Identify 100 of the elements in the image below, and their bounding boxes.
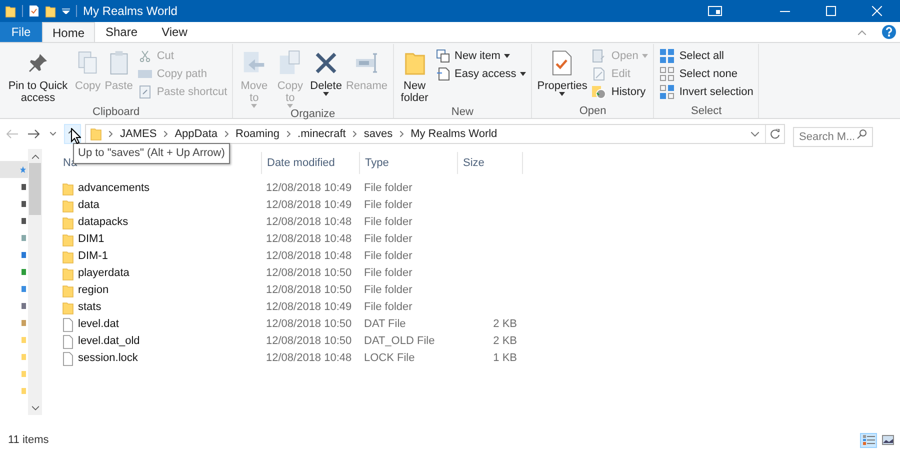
- chevron-right-icon[interactable]: [164, 131, 168, 137]
- chevron-right-icon[interactable]: [224, 131, 228, 137]
- file-name: playerdata: [78, 266, 130, 282]
- type-cell-text: LOCK File: [363, 351, 416, 366]
- folder-icon: [90, 127, 102, 141]
- search-icon: [857, 129, 867, 139]
- type-cell-text: File folder: [363, 232, 414, 248]
- ribbon-tab[interactable]: Share: [95, 22, 148, 42]
- mouse-cursor-icon: [71, 128, 81, 144]
- chevron-down-icon[interactable]: [50, 132, 56, 136]
- breadcrumb[interactable]: saves: [364, 126, 393, 142]
- image-icon: [882, 435, 894, 445]
- file-row[interactable]: playerdata 12/08/2018 10:50 File folder: [55, 265, 900, 282]
- chevron-right-icon[interactable]: [109, 131, 113, 137]
- ribbon-button[interactable]: New folder: [396, 46, 433, 104]
- scrollbar-thumb[interactable]: [29, 163, 41, 215]
- ribbon-button[interactable]: Properties: [535, 46, 590, 96]
- chevron-right-icon[interactable]: [352, 131, 357, 137]
- ribbon-tab[interactable]: File: [0, 22, 42, 42]
- file-row[interactable]: data 12/08/2018 10:49 File folder: [55, 197, 900, 214]
- file-row[interactable]: datapacks 12/08/2018 10:48 File folder: [55, 214, 900, 231]
- copy-icon: [76, 50, 99, 76]
- search-field[interactable]: Search M...: [793, 127, 873, 147]
- properties-icon[interactable]: [29, 5, 39, 17]
- breadcrumb[interactable]: .minecraft: [298, 126, 346, 142]
- type-cell-text: DAT_OLD File: [363, 334, 436, 350]
- chevron-up-icon[interactable]: [32, 154, 38, 159]
- window-icon[interactable]: [708, 6, 722, 16]
- file-row[interactable]: DIM-1 12/08/2018 10:48 File folder: [55, 248, 900, 265]
- breadcrumb[interactable]: JAMES: [120, 126, 157, 142]
- address-bar[interactable]: JAMES AppData Roaming .minecraft saves My Realms World: [85, 124, 785, 144]
- group-label: Clipboard: [92, 105, 140, 119]
- copy-to-icon: [278, 50, 302, 76]
- ribbon-button[interactable]: Pin to Quick access: [3, 46, 73, 104]
- edit-icon: [592, 67, 606, 81]
- type-cell-text: File folder: [363, 266, 414, 282]
- file-row[interactable]: stats 12/08/2018 10:49 File folder: [55, 299, 900, 316]
- easy-access-icon: [436, 67, 450, 81]
- history-icon: [591, 85, 608, 99]
- item-count: 11 items: [8, 432, 49, 448]
- scissors-icon: [138, 50, 151, 62]
- shortcut-icon: [138, 85, 151, 99]
- date-cell-text: 12/08/2018 10:49: [265, 300, 353, 316]
- refresh-icon[interactable]: [770, 129, 780, 139]
- ribbon-button[interactable]: Select none: [659, 67, 756, 81]
- chevron-right-icon[interactable]: [286, 131, 291, 137]
- size-cell: 2 KB: [493, 335, 517, 348]
- ribbon-tab[interactable]: View: [148, 22, 201, 42]
- ribbon-button[interactable]: Delete: [308, 46, 344, 96]
- large-icons-view-button[interactable]: [879, 432, 896, 448]
- select-none-icon: [660, 67, 674, 81]
- file-row[interactable]: level.dat_old 12/08/2018 10:50 DAT_OLD File 2 KB: [55, 333, 900, 350]
- folder-icon: [62, 182, 74, 196]
- column-header[interactable]: Size: [457, 152, 523, 174]
- breadcrumb[interactable]: Roaming: [236, 126, 280, 142]
- date-cell-text: 12/08/2018 10:49: [265, 181, 353, 196]
- ribbon-button[interactable]: Easy access: [434, 67, 528, 81]
- file-name: advancements: [78, 181, 150, 196]
- file-name: DIM1: [78, 232, 104, 248]
- details-view-button[interactable]: [860, 432, 877, 448]
- ribbon-button[interactable]: Invert selection: [659, 85, 756, 99]
- file-icon: [62, 334, 74, 348]
- chevron-down-icon[interactable]: [751, 132, 759, 136]
- file-icon: [62, 318, 74, 332]
- date-cell-text: 12/08/2018 10:50: [265, 266, 353, 282]
- chevron-right-icon[interactable]: [400, 131, 404, 137]
- folder-icon: [62, 300, 74, 314]
- open-icon: [592, 49, 606, 63]
- forward-icon[interactable]: [28, 129, 40, 139]
- date-cell-text: 12/08/2018 10:48: [265, 232, 353, 248]
- help-icon[interactable]: [882, 25, 896, 39]
- chevron-down-icon[interactable]: [32, 406, 38, 411]
- ribbon-button[interactable]: History: [591, 85, 650, 99]
- caret-icon[interactable]: [62, 8, 70, 14]
- size-cell: 2 KB: [493, 318, 517, 330]
- column-header[interactable]: Date modified: [261, 152, 359, 174]
- scrollbar[interactable]: [28, 149, 42, 415]
- star-icon[interactable]: [20, 164, 26, 174]
- date-cell-text: 12/08/2018 10:50: [265, 334, 353, 350]
- file-name: data: [78, 198, 100, 214]
- ribbon-button[interactable]: New item: [434, 49, 528, 63]
- file-row[interactable]: DIM1 12/08/2018 10:48 File folder: [55, 231, 900, 248]
- folder-icon: [45, 4, 56, 18]
- ribbon-button[interactable]: Select all: [659, 49, 756, 63]
- properties-icon: [552, 50, 572, 76]
- breadcrumb[interactable]: My Realms World: [410, 126, 498, 142]
- file-name: level.dat_old: [78, 334, 140, 350]
- folder-icon: [62, 216, 74, 230]
- type-cell-text: File folder: [363, 215, 414, 230]
- ribbon-tab[interactable]: Home: [42, 22, 95, 42]
- column-header[interactable]: Type: [359, 152, 457, 174]
- file-row[interactable]: session.lock 12/08/2018 10:48 LOCK File 1 KB: [55, 350, 900, 367]
- file-row[interactable]: advancements 12/08/2018 10:49 File folder: [55, 180, 900, 197]
- date-cell-text: 12/08/2018 10:49: [265, 198, 353, 214]
- file-row[interactable]: region 12/08/2018 10:50 File folder: [55, 282, 900, 299]
- chevron-up-icon[interactable]: [858, 30, 866, 34]
- file-row[interactable]: level.dat 12/08/2018 10:50 DAT File 2 KB: [55, 316, 900, 333]
- size-cell: 1 KB: [493, 352, 517, 364]
- invert-selection-icon: [660, 85, 674, 99]
- breadcrumb[interactable]: AppData: [174, 126, 218, 142]
